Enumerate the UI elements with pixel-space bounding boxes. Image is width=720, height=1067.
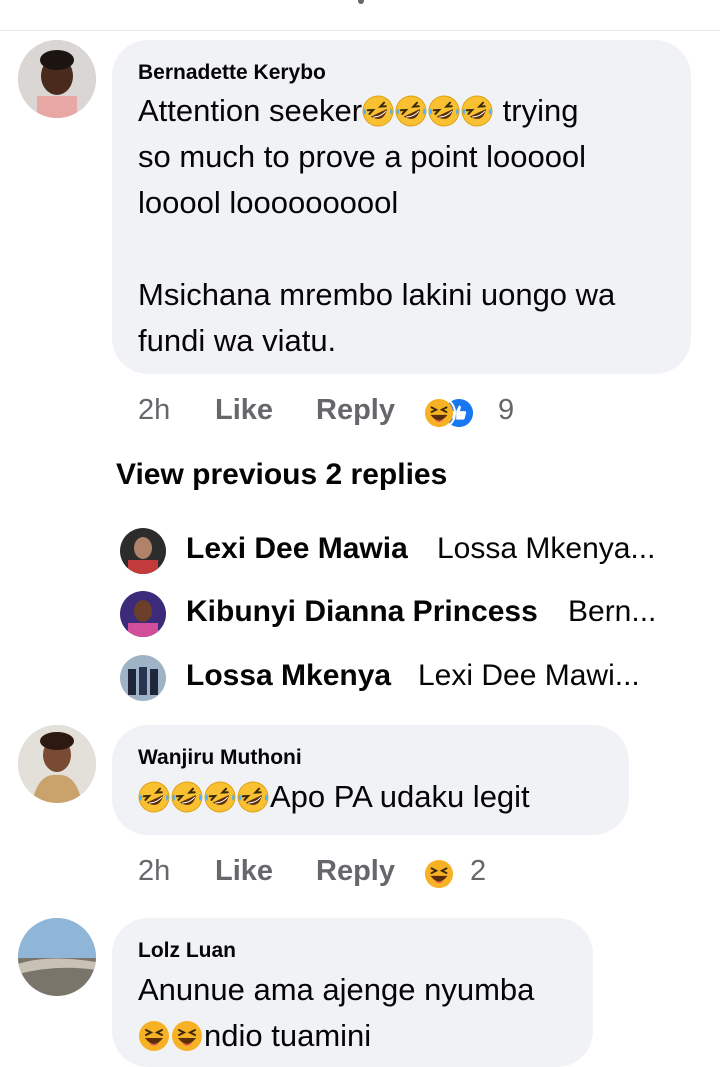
reply-author[interactable]: Kibunyi Dianna Princess (186, 595, 538, 629)
like-button[interactable]: Like (215, 390, 273, 430)
rofl-emoji-icon (204, 781, 236, 813)
comment-time[interactable]: 2h (138, 851, 170, 891)
avatar[interactable] (18, 725, 96, 803)
reply-preview-row[interactable]: Lexi Dee Mawia Lossa Mkenya... (120, 528, 680, 576)
reply-preview-row[interactable]: Lossa Mkenya Lexi Dee Mawi... (120, 655, 680, 703)
laughing-face-icon (422, 857, 456, 891)
view-previous-replies-link[interactable]: View previous 2 replies (116, 458, 447, 492)
comment-author[interactable]: Bernadette Kerybo (138, 61, 326, 85)
comment-text: Anunue ama ajenge nyumba ndio tuamini (138, 972, 535, 1053)
reaction-count[interactable]: 2 (470, 851, 486, 891)
comment-text: Attention seeker trying so much to prove… (138, 93, 616, 358)
rofl-emoji-icon (362, 95, 394, 127)
laughing-tears-emoji-icon (171, 1020, 203, 1052)
comment-actions: 2h Like Reply 2 (138, 851, 538, 891)
avatar[interactable] (18, 918, 96, 996)
avatar (120, 528, 166, 574)
reply-button[interactable]: Reply (316, 851, 395, 891)
avatar[interactable] (18, 40, 96, 118)
rofl-emoji-icon (428, 95, 460, 127)
reactions-summary[interactable] (422, 857, 456, 891)
comment-text: Apo PA udaku legit (138, 774, 618, 820)
comment-author[interactable]: Lolz Luan (138, 939, 236, 963)
comment-time[interactable]: 2h (138, 390, 170, 430)
menu-dot-icon (358, 0, 364, 4)
rofl-emoji-icon (171, 781, 203, 813)
rofl-emoji-icon (138, 781, 170, 813)
like-button[interactable]: Like (215, 851, 273, 891)
avatar (120, 655, 166, 701)
reply-button[interactable]: Reply (316, 390, 395, 430)
rofl-emoji-icon (237, 781, 269, 813)
laughing-face-icon (422, 396, 456, 430)
rofl-emoji-icon (461, 95, 493, 127)
reply-preview-row[interactable]: Kibunyi Dianna Princess Bern... (120, 591, 680, 639)
reaction-count[interactable]: 9 (498, 390, 514, 430)
avatar (120, 591, 166, 637)
reply-author[interactable]: Lexi Dee Mawia (186, 532, 408, 566)
reply-preview-text: Bern... (568, 595, 657, 628)
reply-preview-text: Lexi Dee Mawi... (418, 659, 640, 692)
rofl-emoji-icon (395, 95, 427, 127)
reactions-summary[interactable] (422, 396, 482, 430)
top-divider (0, 0, 720, 31)
reply-author[interactable]: Lossa Mkenya (186, 659, 391, 693)
comment-actions: 2h Like Reply 9 (138, 390, 538, 430)
laughing-tears-emoji-icon (138, 1020, 170, 1052)
comment-author[interactable]: Wanjiru Muthoni (138, 746, 302, 770)
reply-preview-text: Lossa Mkenya... (437, 532, 656, 565)
